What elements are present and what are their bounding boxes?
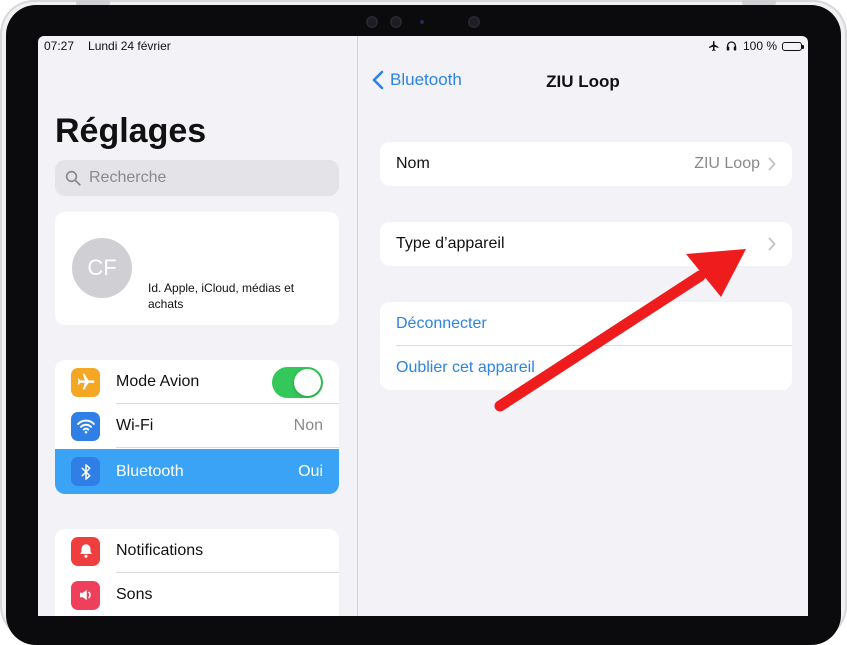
sensor-dot	[366, 16, 378, 28]
bluetooth-status: Oui	[298, 462, 323, 480]
chevron-right-icon	[768, 157, 776, 171]
notifications-group: Notifications Sons	[55, 529, 339, 616]
screen: 07:27 Lundi 24 février 100 % Réglages CF…	[38, 36, 808, 616]
connectivity-group: Mode Avion Wi-Fi Non Bluetooth Oui	[55, 360, 339, 494]
camera-led	[420, 20, 424, 24]
search-field[interactable]	[55, 160, 339, 196]
sidebar-item-airplane-mode[interactable]: Mode Avion	[55, 360, 339, 404]
search-icon	[65, 170, 81, 186]
settings-sidebar: Réglages CF Id. Apple, iCloud, médias et…	[38, 36, 358, 616]
sidebar-item-label: Mode Avion	[116, 373, 200, 390]
sidebar-item-label: Notifications	[116, 542, 204, 559]
bell-icon	[71, 536, 100, 566]
device-name-label: Nom	[396, 155, 430, 172]
disconnect-label: Déconnecter	[396, 315, 487, 332]
actions-card: Déconnecter Oublier cet appareil	[380, 302, 792, 390]
search-input[interactable]	[87, 168, 331, 188]
sidebar-item-label: Wi-Fi	[116, 417, 154, 434]
airplane-icon	[71, 367, 100, 397]
wifi-icon	[71, 411, 100, 441]
apple-id-subtitle: Id. Apple, iCloud, médias et achats	[148, 281, 295, 311]
device-type-row[interactable]: Type d’appareil	[380, 222, 792, 266]
sidebar-item-label: Sons	[116, 586, 153, 603]
device-type-card: Type d’appareil	[380, 222, 792, 266]
back-label: Bluetooth	[390, 70, 462, 89]
chevron-left-icon	[372, 70, 384, 90]
speaker-icon	[71, 580, 100, 610]
chevron-right-icon	[768, 237, 776, 251]
airplane-mode-toggle[interactable]	[272, 366, 323, 398]
avatar: CF	[72, 238, 132, 298]
wifi-status: Non	[293, 417, 323, 434]
name-card: Nom ZIU Loop	[380, 142, 792, 186]
sidebar-item-notifications[interactable]: Notifications	[55, 529, 339, 573]
device-type-label: Type d’appareil	[396, 235, 505, 252]
device-name-value: ZIU Loop	[694, 155, 760, 172]
bluetooth-device-detail: ZIU Loop Bluetooth Nom ZIU Loop Type d’a…	[358, 36, 808, 616]
apple-id-card[interactable]: CF Id. Apple, iCloud, médias et achats	[55, 212, 339, 325]
sidebar-item-wifi[interactable]: Wi-Fi Non	[55, 404, 339, 448]
front-camera	[468, 16, 480, 28]
sidebar-item-bluetooth[interactable]: Bluetooth Oui	[55, 449, 339, 494]
sensor-dot	[390, 16, 402, 28]
sidebar-item-sounds[interactable]: Sons	[55, 573, 339, 616]
bluetooth-icon	[71, 457, 100, 486]
device-name-row[interactable]: Nom ZIU Loop	[380, 142, 792, 186]
forget-device-label: Oublier cet appareil	[396, 359, 535, 376]
page-title: Réglages	[55, 112, 207, 150]
back-button[interactable]: Bluetooth	[372, 70, 462, 90]
forget-device-button[interactable]: Oublier cet appareil	[380, 346, 792, 390]
sidebar-item-label: Bluetooth	[116, 462, 184, 480]
disconnect-button[interactable]: Déconnecter	[380, 302, 792, 346]
